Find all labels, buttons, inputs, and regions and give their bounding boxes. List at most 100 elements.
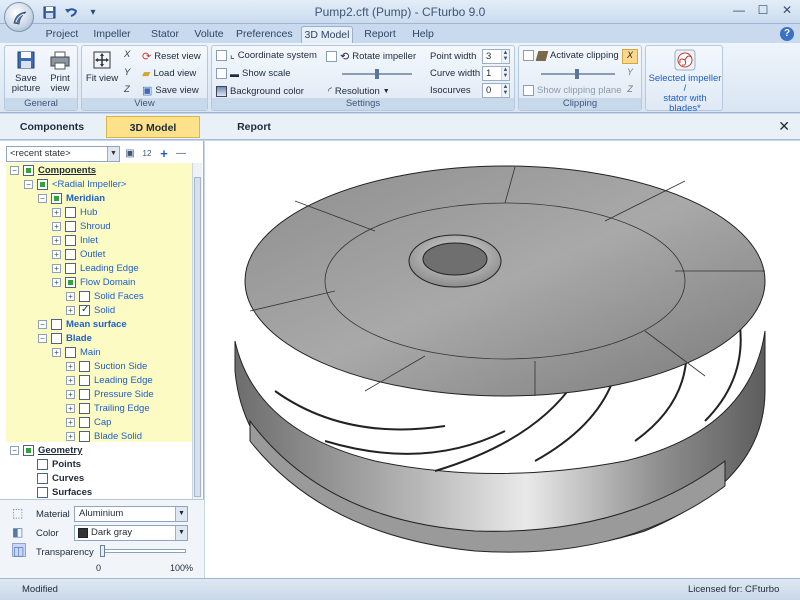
spinner-arrows-icon[interactable]: ▲ ▼ xyxy=(501,84,509,97)
tree-visibility-checkbox[interactable] xyxy=(23,164,34,176)
remove-state-icon[interactable]: — xyxy=(174,147,188,161)
tree-node[interactable]: + Shroud xyxy=(52,219,111,233)
rotation-speed-slider[interactable] xyxy=(342,69,412,79)
wireframe-cube-icon[interactable]: ⬚ xyxy=(12,506,26,520)
isocurves-spinner[interactable]: 0 ▲ ▼ xyxy=(482,83,510,98)
transparent-cube-icon[interactable]: ◫ xyxy=(12,543,26,558)
clipping-position-slider[interactable] xyxy=(541,69,615,79)
transparency-thumb[interactable] xyxy=(100,545,105,557)
tree-visibility-checkbox[interactable] xyxy=(65,206,76,218)
tree-node[interactable]: + Suction Side xyxy=(66,359,147,373)
tree-node[interactable]: − <Radial Impeller> xyxy=(24,177,126,191)
spinner-arrows-icon[interactable]: ▲ ▼ xyxy=(501,67,509,80)
rotation-speed-thumb[interactable] xyxy=(375,69,379,79)
tree-node[interactable]: + Main xyxy=(52,345,101,359)
tree-expander-icon[interactable]: + xyxy=(52,207,61,217)
rotate-impeller-toggle[interactable]: ⟲ Rotate impeller xyxy=(326,50,416,63)
tree-visibility-checkbox[interactable] xyxy=(79,402,90,414)
save-state-icon[interactable]: ▣ xyxy=(123,147,137,161)
tree-expander-icon[interactable]: − xyxy=(38,193,47,203)
minimize-button[interactable]: — xyxy=(730,2,748,19)
tree-node[interactable]: + Blade Solid xyxy=(66,429,142,443)
tree-visibility-checkbox[interactable] xyxy=(37,486,48,498)
chevron-down-icon[interactable]: ▼ xyxy=(175,507,187,521)
close-panel-icon[interactable]: ✕ xyxy=(778,118,790,135)
tree-visibility-checkbox[interactable] xyxy=(23,444,34,456)
tab-help[interactable]: Help xyxy=(406,26,440,43)
tree-visibility-checkbox[interactable] xyxy=(79,304,90,316)
point-width-value[interactable]: 3 xyxy=(486,51,491,62)
load-view-button[interactable]: ▰ Load view xyxy=(142,67,196,80)
tab-impeller[interactable]: Impeller xyxy=(92,26,132,43)
spinner-arrows-icon[interactable]: ▲ ▼ xyxy=(501,50,509,63)
tree-node[interactable]: Points xyxy=(24,457,81,471)
tab-stator[interactable]: Stator xyxy=(145,26,185,43)
curve-width-value[interactable]: 1 xyxy=(486,68,491,79)
tree-visibility-checkbox[interactable] xyxy=(65,220,76,232)
curve-width-spinner[interactable]: 1 ▲ ▼ xyxy=(482,66,510,81)
tree-node[interactable]: − Components xyxy=(10,163,96,177)
help-icon[interactable]: ? xyxy=(780,27,794,41)
reset-view-button[interactable]: ⟳ Reset view xyxy=(142,50,201,63)
tree-expander-icon[interactable]: + xyxy=(66,389,75,399)
coordinate-system-checkbox[interactable] xyxy=(216,50,227,61)
tree-expander-icon[interactable]: + xyxy=(66,291,75,301)
tree-visibility-checkbox[interactable] xyxy=(65,234,76,246)
tree-visibility-checkbox[interactable] xyxy=(79,388,90,400)
tree-scrollbar-thumb[interactable] xyxy=(194,177,201,497)
clipping-position-thumb[interactable] xyxy=(575,69,579,79)
show-clipping-plane-checkbox[interactable] xyxy=(523,85,534,96)
tree-visibility-checkbox[interactable] xyxy=(79,416,90,428)
tree-expander-icon[interactable]: + xyxy=(66,361,75,371)
axis-y-view-button[interactable]: Y xyxy=(124,67,130,78)
tree-expander-icon[interactable]: − xyxy=(38,333,47,343)
3d-viewport[interactable] xyxy=(205,141,800,578)
tree-node[interactable]: + Pressure Side xyxy=(66,387,154,401)
show-clipping-plane-toggle[interactable]: Show clipping plane xyxy=(523,85,622,96)
maximize-button[interactable]: ☐ xyxy=(754,2,772,19)
clip-axis-z-button[interactable]: Z xyxy=(622,84,638,99)
show-scale-toggle[interactable]: ▬ Show scale xyxy=(216,68,291,79)
app-menu-button[interactable] xyxy=(4,2,34,32)
tree-node[interactable]: + Inlet xyxy=(52,233,98,247)
transparency-slider[interactable] xyxy=(100,545,186,557)
coordinate-system-toggle[interactable]: ⌞ Coordinate system xyxy=(216,50,317,61)
isocurves-value[interactable]: 0 xyxy=(486,85,491,96)
tree-scrollbar[interactable] xyxy=(192,163,202,519)
rotate-impeller-checkbox[interactable] xyxy=(326,51,337,62)
tree-node[interactable]: + Leading Edge xyxy=(52,261,139,275)
tree-node[interactable]: − Blade xyxy=(38,331,92,345)
tree-visibility-checkbox[interactable] xyxy=(51,332,62,344)
tree-expander-icon[interactable]: + xyxy=(66,403,75,413)
tab-preferences[interactable]: Preferences xyxy=(236,26,293,43)
tree-expander-icon[interactable]: + xyxy=(66,431,75,441)
tab-report-panel[interactable]: Report xyxy=(206,116,302,138)
color-select[interactable]: Dark gray ▼ xyxy=(74,525,188,541)
save-picture-button[interactable]: Save picture xyxy=(10,49,42,94)
clip-axis-y-button[interactable]: Y xyxy=(622,67,638,82)
tree-node[interactable]: + Flow Domain xyxy=(52,275,135,289)
tree-node[interactable]: + Leading Edge xyxy=(66,373,153,387)
shaded-cube-icon[interactable]: ◧ xyxy=(12,525,26,539)
tree-node[interactable]: − Geometry xyxy=(10,443,82,457)
tree-node[interactable]: + Solid xyxy=(66,303,115,317)
tree-expander-icon[interactable]: + xyxy=(52,263,61,273)
point-width-spinner[interactable]: 3 ▲ ▼ xyxy=(482,49,510,64)
tree-visibility-checkbox[interactable] xyxy=(65,248,76,260)
close-button[interactable]: ✕ xyxy=(778,2,796,19)
sort-icon[interactable]: 12 xyxy=(140,147,154,161)
tree-visibility-checkbox[interactable] xyxy=(79,430,90,442)
print-view-button[interactable]: Print view xyxy=(45,49,75,94)
chevron-down-icon[interactable]: ▼ xyxy=(107,147,119,161)
tree-expander-icon[interactable]: + xyxy=(52,277,61,287)
tree-node[interactable]: + Cap xyxy=(66,415,111,429)
tree-visibility-checkbox[interactable] xyxy=(65,276,76,288)
tree-visibility-checkbox[interactable] xyxy=(79,374,90,386)
tree-node[interactable]: − Mean surface xyxy=(38,317,127,331)
tree-expander-icon[interactable]: + xyxy=(52,235,61,245)
tree-expander-icon[interactable]: + xyxy=(66,305,75,315)
tree-visibility-checkbox[interactable] xyxy=(79,290,90,302)
fit-view-button[interactable]: Fit view xyxy=(85,49,119,84)
show-scale-checkbox[interactable] xyxy=(216,68,227,79)
tree-expander-icon[interactable]: + xyxy=(52,221,61,231)
